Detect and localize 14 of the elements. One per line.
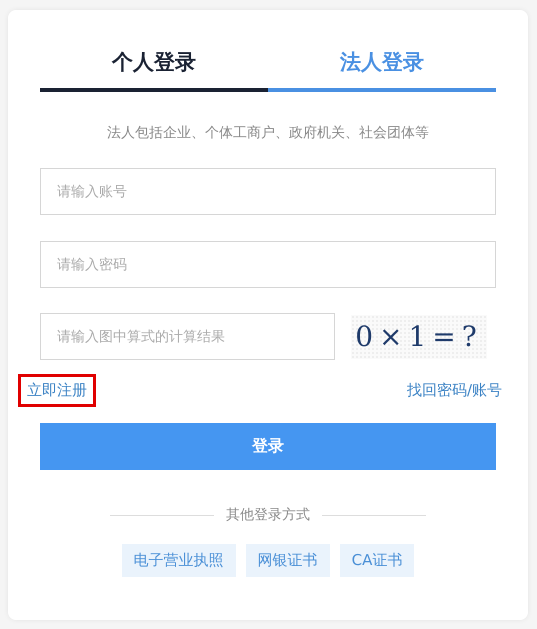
login-button[interactable]: 登录: [40, 423, 496, 470]
recover-link[interactable]: 找回密码/账号: [406, 381, 502, 400]
login-tab[interactable]: 个人登录: [40, 48, 268, 92]
captcha-field[interactable]: 请输入图中算式的计算结果: [40, 313, 335, 360]
input-field[interactable]: 请输入密码: [40, 241, 496, 288]
login-option-button[interactable]: 电子营业执照: [122, 544, 236, 577]
register-link[interactable]: 立即注册: [18, 374, 96, 407]
login-tab[interactable]: 法人登录: [268, 48, 496, 92]
subtitle: 法人包括企业、个体工商户、政府机关、社会团体等: [106, 124, 430, 142]
captcha-image[interactable]: 0×1=?: [351, 314, 487, 358]
divider-label: 其他登录方式: [226, 506, 310, 524]
login-option-button[interactable]: 网银证书: [246, 544, 330, 577]
input-field[interactable]: 请输入账号: [40, 168, 496, 215]
login-option-button[interactable]: CA证书: [340, 544, 414, 577]
